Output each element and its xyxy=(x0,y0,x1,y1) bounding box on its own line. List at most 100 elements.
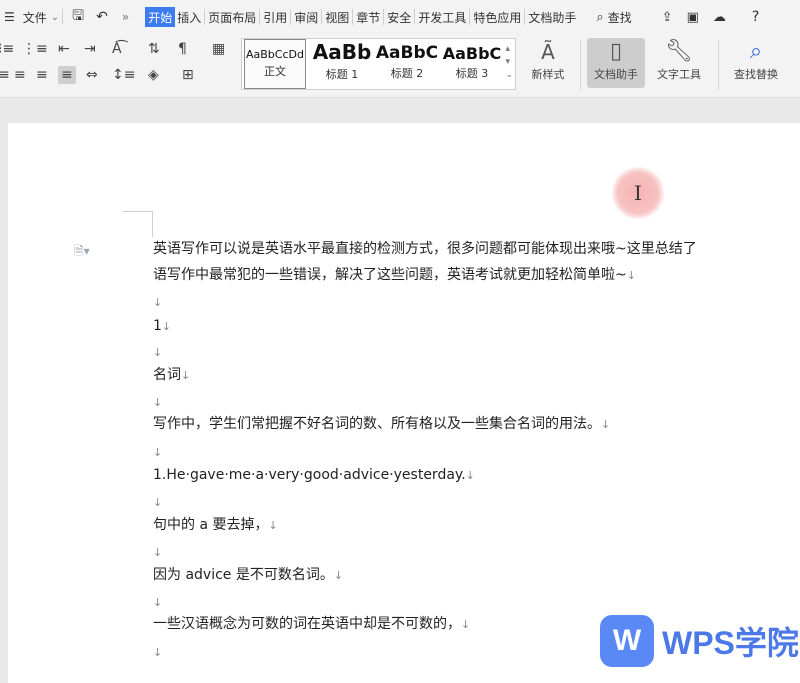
style-heading-3-preview: AaBbC xyxy=(442,44,502,63)
style-heading-2-preview: AaBbC xyxy=(375,43,439,63)
align-center-icon[interactable]: ≡ xyxy=(14,66,26,84)
save-icon[interactable]: 🖫 xyxy=(70,5,86,29)
tab-view[interactable]: 视图 xyxy=(323,5,351,29)
tab-start[interactable]: 开始 xyxy=(145,7,176,27)
style-heading-3[interactable]: AaBbC 标题 3 xyxy=(440,39,504,89)
paragraph-mark: ↓ xyxy=(333,569,344,582)
style-heading-1-label: 标题 1 xyxy=(325,68,359,81)
sort-icon[interactable]: ⇅ xyxy=(148,40,160,58)
style-normal-label: 正文 xyxy=(264,65,286,78)
bullet-list-icon[interactable]: ⁝≡ xyxy=(0,40,14,58)
paragraph-2[interactable]: 语写作中最常犯的一些错误，解决了这些问题，英语考试就更加轻松简单啦~↓ xyxy=(153,262,636,289)
doc-assistant-icon: ▯ xyxy=(609,39,623,64)
paragraph-text: 一些汉语概念为可数的词在英语中却是不可数的， xyxy=(153,616,461,632)
more-icon[interactable]: » xyxy=(120,5,131,29)
doc-assistant-label: 文档助手 xyxy=(594,68,638,81)
justify-icon[interactable]: ≡ xyxy=(58,66,76,84)
paragraph-text: 1 xyxy=(153,318,162,334)
crop-mark xyxy=(152,211,153,237)
tab-security[interactable]: 安全 xyxy=(385,5,413,29)
align-right-icon[interactable]: ≡ xyxy=(36,66,48,84)
tab-page-layout[interactable]: 页面布局 xyxy=(206,5,258,29)
share-icon[interactable]: ⇪ xyxy=(660,5,675,29)
paragraph-7[interactable]: 句中的 a 要去掉，↓ xyxy=(153,512,278,539)
style-heading-3-label: 标题 3 xyxy=(455,67,489,80)
tab-doc-assistant[interactable]: 文档助手 xyxy=(526,5,578,29)
text-effects-icon[interactable]: A͡ xyxy=(112,40,122,58)
style-heading-1[interactable]: AaBb 标题 1 xyxy=(310,39,374,89)
distribute-icon[interactable]: ⇔ xyxy=(86,66,98,84)
wrench-icon: 🔧︎ xyxy=(665,39,693,64)
new-style-button[interactable]: Ã 新样式 xyxy=(522,38,574,82)
tab-developer[interactable]: 开发工具 xyxy=(416,5,468,29)
divider xyxy=(62,9,64,25)
tab-review[interactable]: 审阅 xyxy=(292,5,320,29)
tab-insert[interactable]: 插入 xyxy=(175,5,203,29)
style-heading-2[interactable]: AaBbC 标题 2 xyxy=(375,39,439,89)
tab-special-apps[interactable]: 特色应用 xyxy=(471,5,523,29)
paragraph-text: 因为 advice 是不可数名词。 xyxy=(153,567,334,583)
hamburger-icon[interactable]: ☰ xyxy=(2,5,17,29)
wps-academy-watermark: WPS学院 xyxy=(662,625,799,661)
text-tools-label: 文字工具 xyxy=(657,68,701,81)
wps-logo-icon: W xyxy=(600,615,654,667)
paragraph-1[interactable]: 英语写作可以说是英语水平最直接的检测方式，很多问题都可能体现出来哦~这里总结了 xyxy=(153,236,697,262)
paragraph-mark: ↓ xyxy=(268,519,278,532)
divider xyxy=(204,9,206,25)
calendar-icon[interactable]: ▣ xyxy=(685,5,701,29)
document-page[interactable] xyxy=(8,123,800,683)
paragraph-9[interactable]: 一些汉语概念为可数的词在英语中却是不可数的，↓ xyxy=(153,611,470,638)
paragraph-handle-icon[interactable]: 🗎▾ xyxy=(74,242,90,263)
divider xyxy=(524,9,526,25)
align-left-icon[interactable]: ≡ xyxy=(0,66,10,84)
cloud-icon[interactable]: ☁ xyxy=(711,5,728,29)
divider xyxy=(290,9,292,25)
paragraph-3[interactable]: 1↓ xyxy=(153,313,171,340)
empty-paragraph[interactable]: ↓ xyxy=(153,640,162,666)
line-spacing-icon[interactable]: ↕≡ xyxy=(112,66,135,84)
paragraph-mark: ↓ xyxy=(465,469,475,482)
ribbon-toolbar: ⁝≡ ⋮≡ ⇤ ⇥ A͡ ⇅ ¶ ▦ ≡ ≡ ≡ ≡ ⇔ ↕≡ ◈ ⊞ AaBb… xyxy=(0,34,800,98)
paragraph-5[interactable]: 写作中，学生们常把握不好名词的数、所有格以及一些集合名词的用法。↓ xyxy=(153,411,610,438)
paragraph-4[interactable]: 名词↓ xyxy=(153,362,190,389)
show-marks-icon[interactable]: ¶ xyxy=(178,40,187,58)
paragraph-text: 名词 xyxy=(153,367,181,383)
divider xyxy=(321,9,323,25)
style-normal-preview: AaBbCcDd xyxy=(246,48,304,61)
paragraph-text: 英语写作可以说是英语水平最直接的检测方式，很多问题都可能体现出来哦~这里总结了 xyxy=(153,241,697,257)
doc-assistant-button[interactable]: ▯ 文档助手 xyxy=(587,38,645,88)
find-replace-button[interactable]: ⌕ 查找替换 xyxy=(726,38,786,82)
menu-bar: ☰ 文件 ⌄ 🖫 ↶ » 开始 插入 页面布局 引用 审阅 视图 章节 安全 开… xyxy=(0,0,800,34)
paragraph-text: 写作中，学生们常把握不好名词的数、所有格以及一些集合名词的用法。 xyxy=(153,416,601,432)
paragraph-8[interactable]: 因为 advice 是不可数名词。↓ xyxy=(153,562,343,589)
undo-icon[interactable]: ↶ xyxy=(94,5,110,29)
layout-icon[interactable]: ▦ xyxy=(212,40,225,58)
style-heading-1-preview: AaBb xyxy=(312,40,372,64)
borders-icon[interactable]: ⊞ xyxy=(182,66,194,84)
decrease-indent-icon[interactable]: ⇤ xyxy=(58,40,70,58)
paragraph-text: 1.He·gave·me·a·very·good·advice·yesterda… xyxy=(153,467,466,483)
text-cursor-icon: I xyxy=(634,181,642,205)
new-style-icon: Ã xyxy=(541,40,555,64)
gallery-scroll-icon[interactable]: ▴ ▾ ⌄ xyxy=(505,43,513,82)
find-replace-label: 查找替换 xyxy=(734,68,778,81)
paragraph-6[interactable]: 1.He·gave·me·a·very·good·advice·yesterda… xyxy=(153,462,475,489)
chevron-down-icon[interactable]: ⌄ xyxy=(49,5,61,29)
file-menu[interactable]: 文件 xyxy=(21,5,49,29)
help-icon[interactable]: ? xyxy=(750,5,761,29)
text-tools-button[interactable]: 🔧︎ 文字工具 xyxy=(648,38,710,82)
crop-mark xyxy=(123,211,153,212)
style-normal[interactable]: AaBbCcDd 正文 xyxy=(244,39,306,89)
increase-indent-icon[interactable]: ⇥ xyxy=(84,40,96,58)
paragraph-mark: ↓ xyxy=(161,320,172,333)
search-label[interactable]: 查找 xyxy=(606,5,634,29)
new-style-label: 新样式 xyxy=(531,68,565,81)
divider xyxy=(352,9,354,25)
tab-references[interactable]: 引用 xyxy=(261,5,289,29)
numbered-list-icon[interactable]: ⋮≡ xyxy=(22,40,48,58)
search-icon[interactable]: ⌕ xyxy=(594,5,605,29)
paragraph-text: 句中的 a 要去掉， xyxy=(153,517,269,533)
shading-icon[interactable]: ◈ xyxy=(148,66,159,84)
paragraph-mark: ↓ xyxy=(461,618,471,631)
tab-chapter[interactable]: 章节 xyxy=(354,5,382,29)
